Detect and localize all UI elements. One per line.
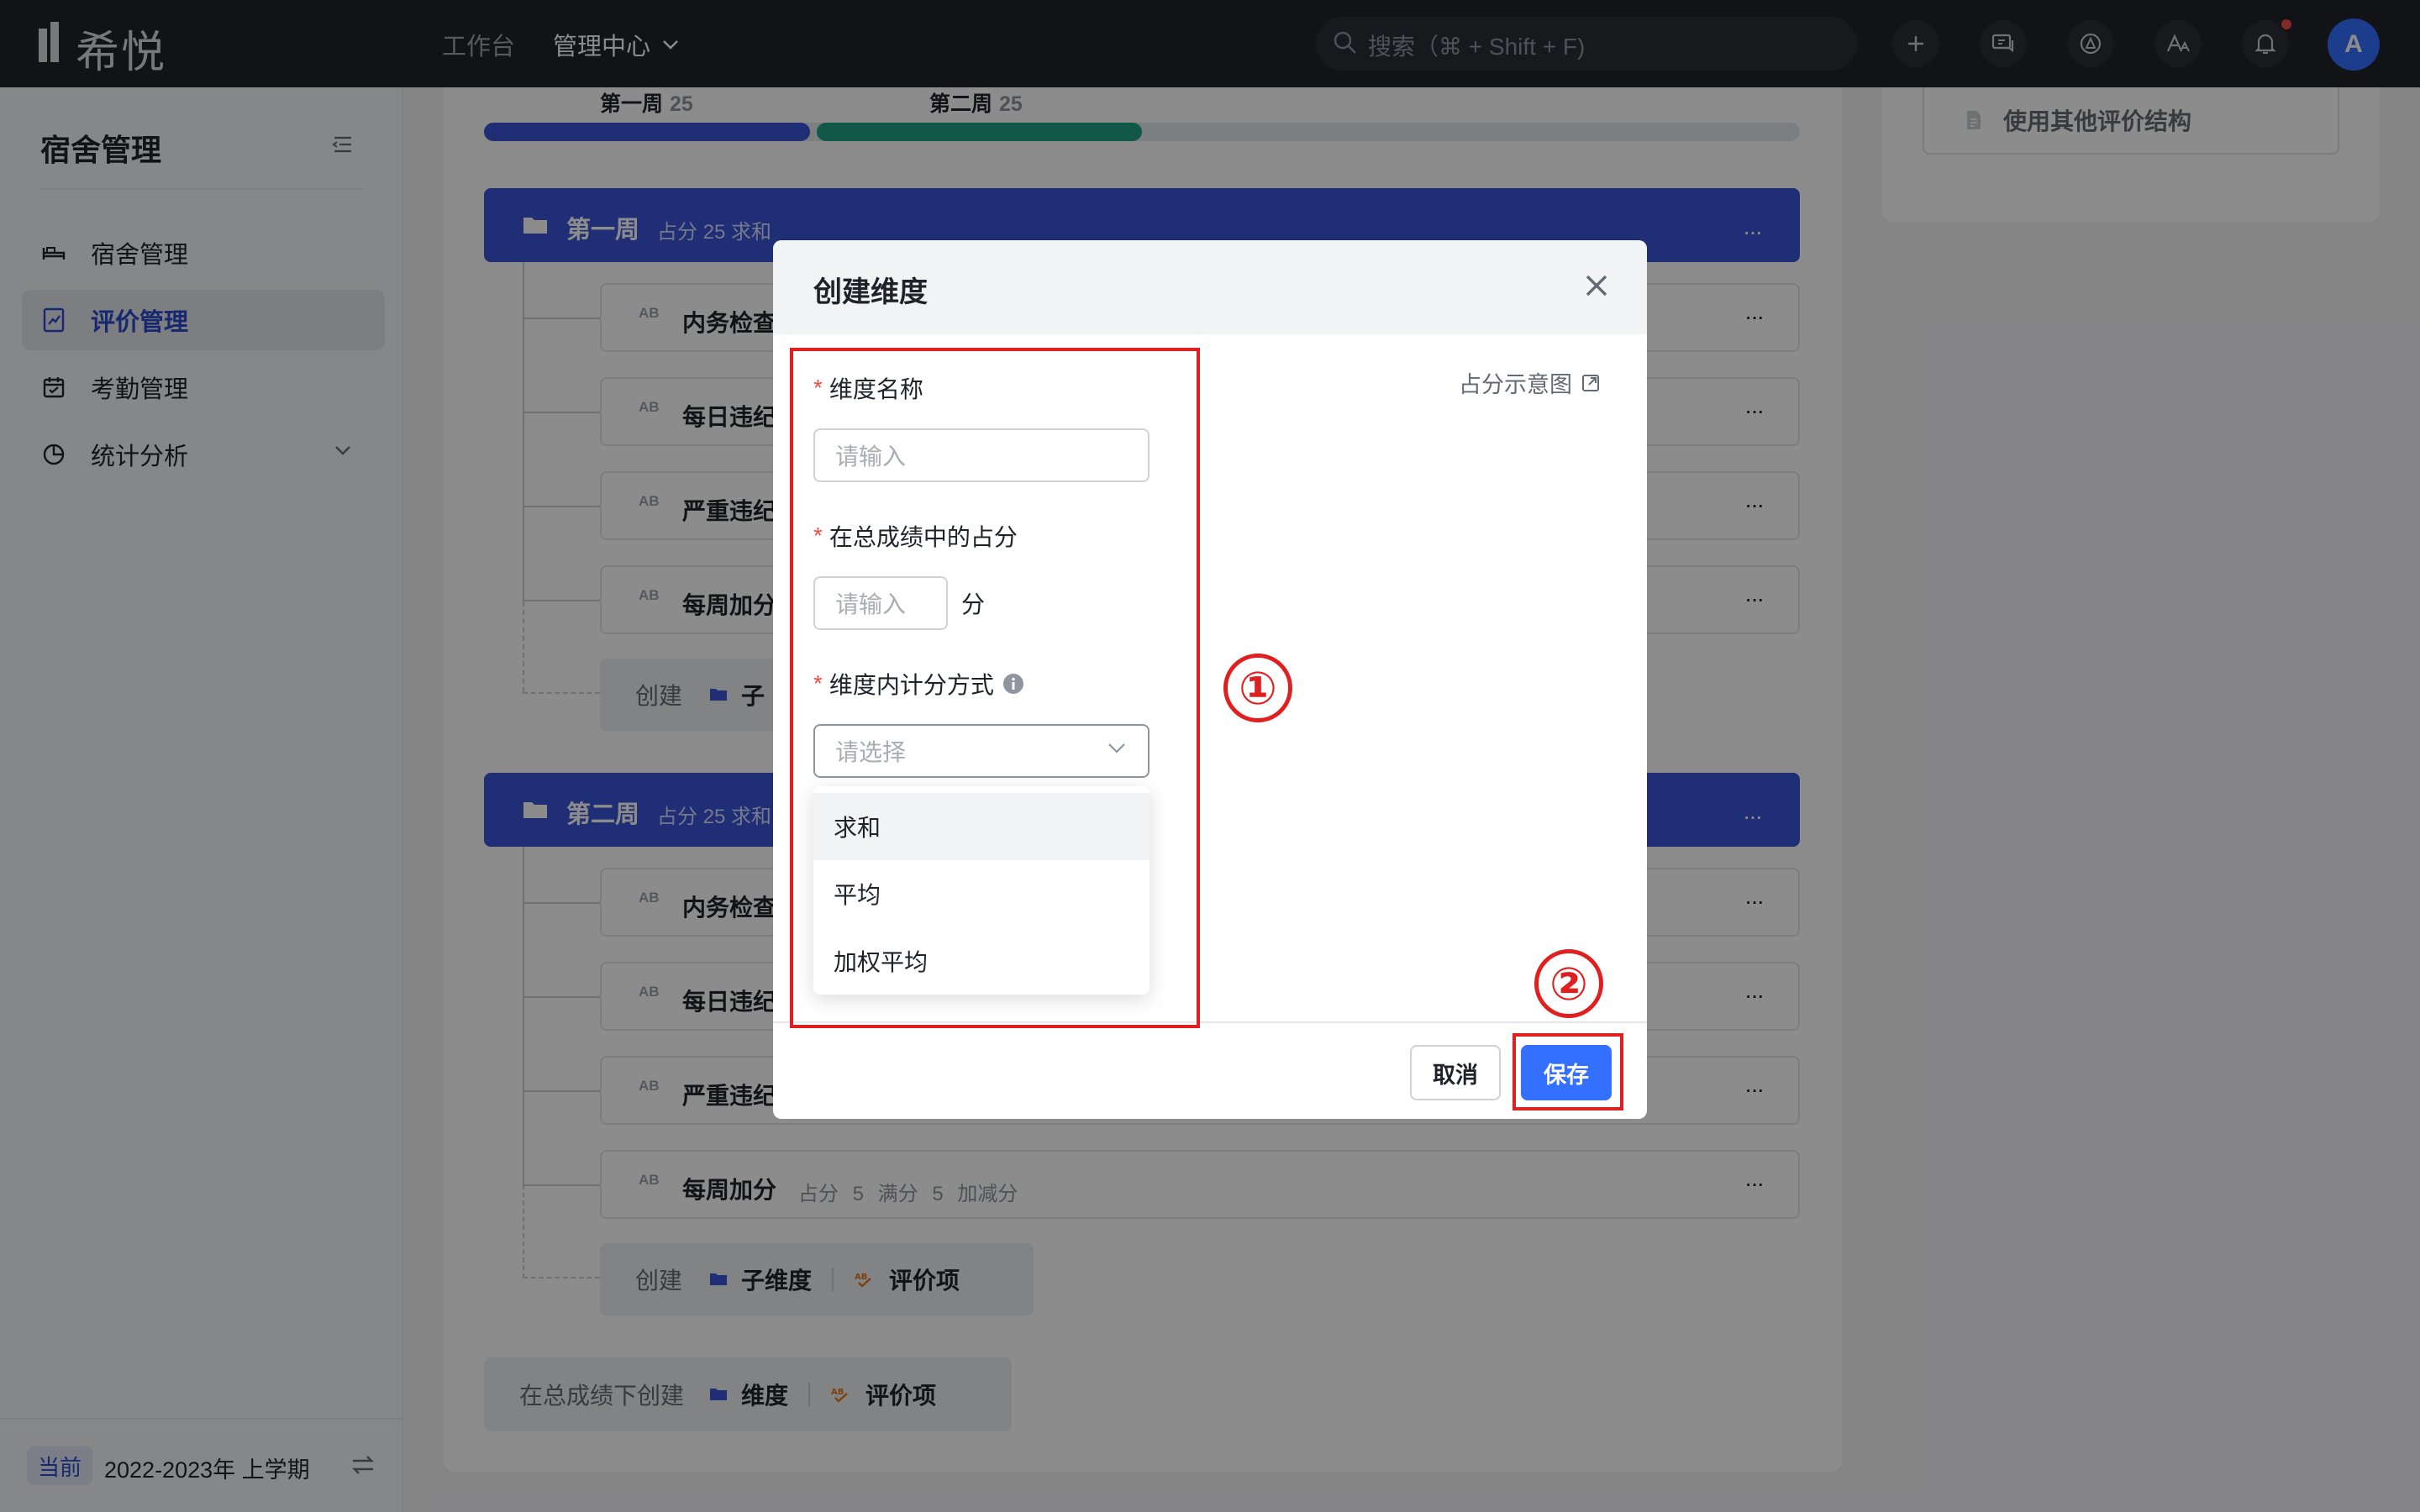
external-link-icon bbox=[1582, 374, 1599, 391]
cancel-button[interactable]: 取消 bbox=[1410, 1045, 1501, 1100]
annotation-marker-1: ① bbox=[1223, 654, 1292, 722]
score-diagram-link[interactable]: 占分示意图 bbox=[1459, 366, 1601, 399]
score-diagram-label: 占分示意图 bbox=[1459, 372, 1572, 397]
annotation-box-form bbox=[790, 348, 1200, 1028]
close-icon[interactable] bbox=[1583, 272, 1610, 299]
annotation-box-save bbox=[1512, 1033, 1623, 1110]
dialog-title: 创建维度 bbox=[813, 276, 928, 308]
annotation-marker-2: ② bbox=[1534, 949, 1603, 1018]
